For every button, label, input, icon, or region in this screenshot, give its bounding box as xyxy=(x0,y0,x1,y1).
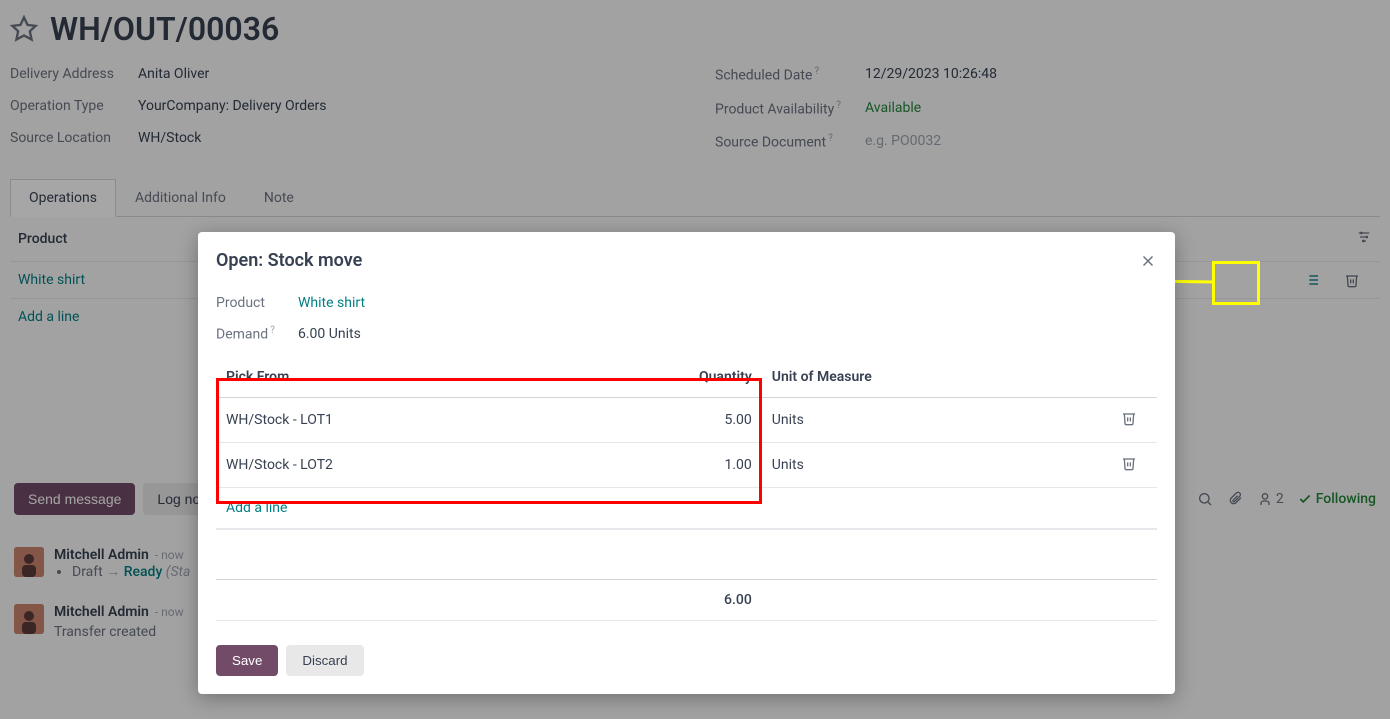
modal-product-label: Product xyxy=(216,295,298,311)
table-row[interactable]: WH/Stock - LOT1 5.00 Units xyxy=(216,397,1157,442)
modal-demand-value: 6.00 Units xyxy=(298,326,361,342)
pick-from-header: Pick From xyxy=(216,357,687,398)
modal-demand-label: Demand? xyxy=(216,325,298,343)
discard-button[interactable]: Discard xyxy=(286,645,363,676)
pick-from-cell[interactable]: WH/Stock - LOT1 xyxy=(216,397,687,442)
quantity-cell[interactable]: 5.00 xyxy=(687,397,762,442)
close-icon[interactable] xyxy=(1139,252,1157,270)
pick-from-cell[interactable]: WH/Stock - LOT2 xyxy=(216,442,687,487)
modal-product-link[interactable]: White shirt xyxy=(298,295,365,311)
uom-cell[interactable]: Units xyxy=(762,397,1101,442)
table-row[interactable]: WH/Stock - LOT2 1.00 Units xyxy=(216,442,1157,487)
quantity-header: Quantity xyxy=(687,357,762,398)
stock-move-modal: Open: Stock move Product White shirt Dem… xyxy=(198,232,1175,694)
quantity-cell[interactable]: 1.00 xyxy=(687,442,762,487)
uom-header: Unit of Measure xyxy=(762,357,1101,398)
save-button[interactable]: Save xyxy=(216,645,278,676)
help-icon[interactable]: ? xyxy=(270,325,275,336)
trash-icon[interactable] xyxy=(1121,410,1137,426)
total-quantity: 6.00 xyxy=(687,579,762,620)
trash-icon[interactable] xyxy=(1121,455,1137,471)
modal-add-line[interactable]: Add a line xyxy=(216,488,1157,529)
uom-cell[interactable]: Units xyxy=(762,442,1101,487)
modal-title: Open: Stock move xyxy=(216,250,362,271)
